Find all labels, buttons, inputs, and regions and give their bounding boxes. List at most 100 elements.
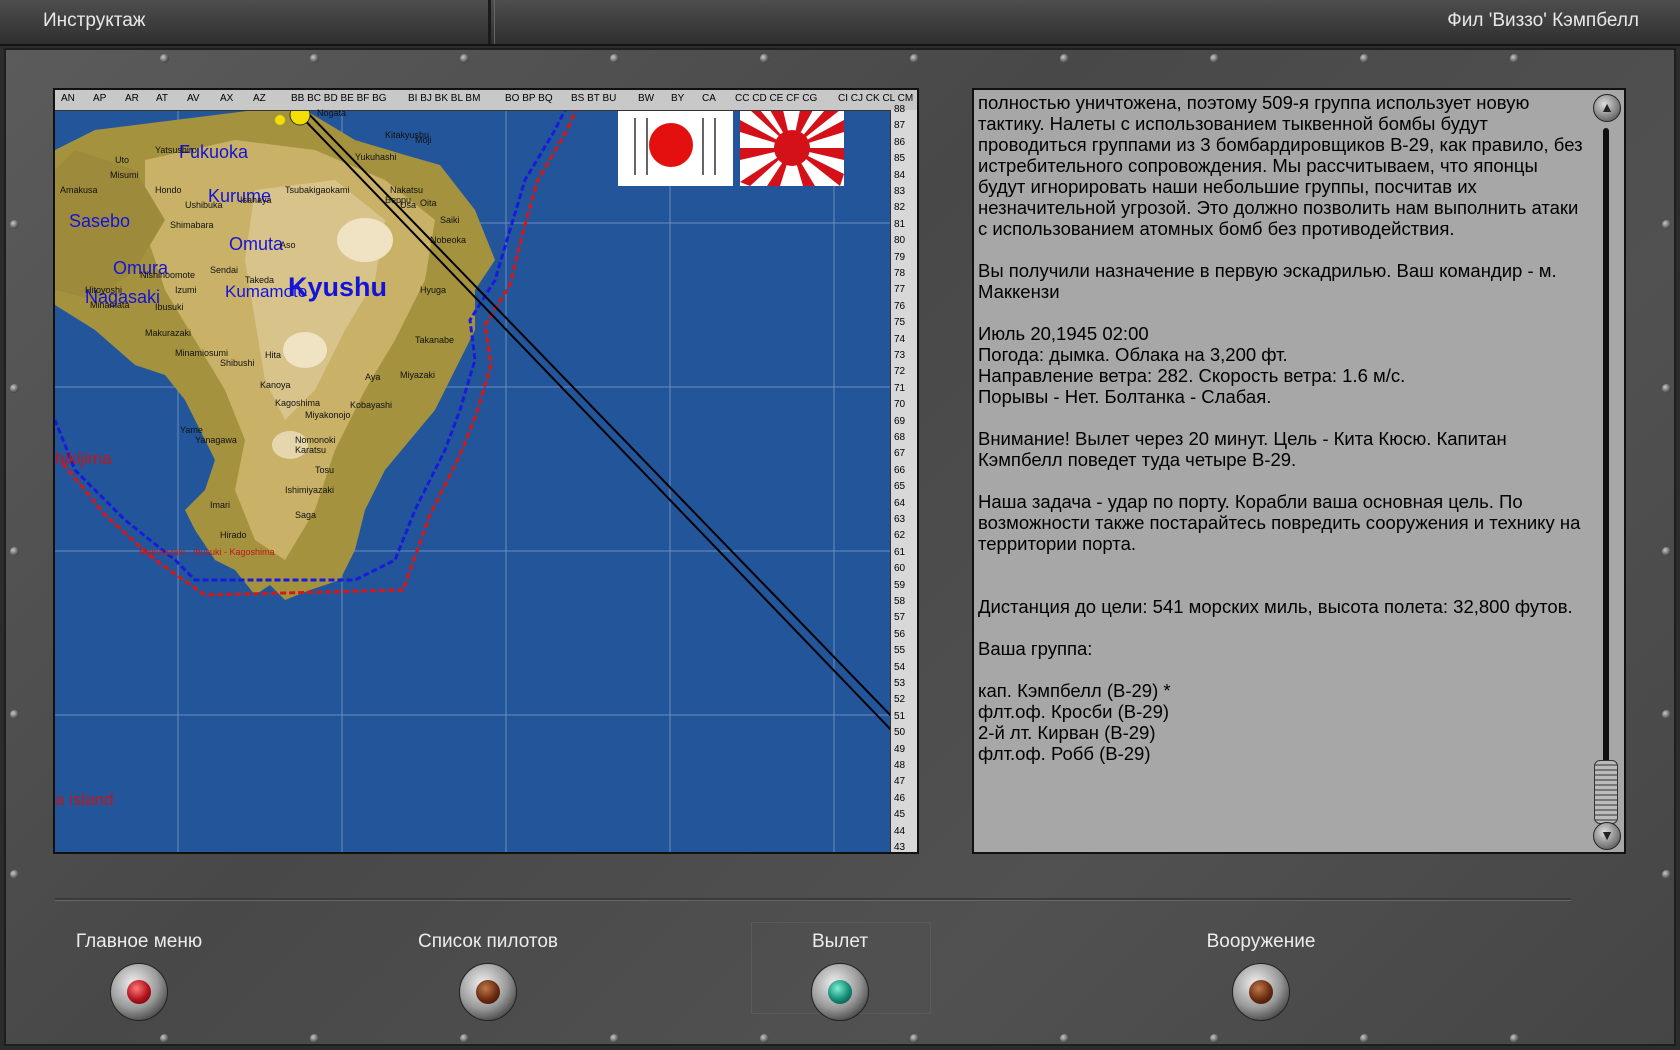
place-label: Hondo	[155, 185, 182, 195]
rivet	[610, 1034, 619, 1043]
row-label: 53	[894, 678, 906, 689]
col-label: AP	[93, 93, 107, 104]
rivet	[160, 54, 169, 63]
place-label: Nomonoki	[295, 435, 336, 445]
row-label: 74	[894, 333, 906, 345]
scroll-thumb[interactable]	[1594, 760, 1618, 824]
row-label: 66	[894, 464, 906, 476]
col-label: CI CJ CK CL CM	[838, 93, 914, 104]
row-label: 45	[894, 809, 906, 821]
place-label: Yanagawa	[195, 435, 237, 445]
section-divider	[55, 898, 1571, 901]
rivet	[460, 54, 469, 63]
armament-button[interactable]: Вооружение	[1151, 931, 1371, 1021]
scroll-down-button[interactable]: ▼	[1593, 822, 1621, 850]
row-label: 78	[894, 268, 906, 279]
place-label: Hyuga	[420, 285, 447, 295]
rivet	[1662, 547, 1671, 556]
place-label: Misumi	[110, 170, 139, 180]
place-label: Tosu	[315, 465, 335, 475]
rivet	[1662, 710, 1671, 719]
knob-icon[interactable]	[811, 963, 869, 1021]
place-label: Shibushi	[220, 358, 255, 368]
col-label: AX	[220, 93, 234, 104]
place-label: Aso	[280, 240, 296, 250]
rivet	[1060, 1034, 1069, 1043]
place-label: Tsubakigaokami	[285, 185, 350, 195]
row-label: 85	[894, 153, 906, 165]
knob-icon[interactable]	[459, 963, 517, 1021]
row-label: 88	[894, 104, 906, 115]
map-row-header: 88 87 86 85 84 83 82 81 80 79 78 77 76 75 74 73 72 71 70 69…	[890, 104, 917, 853]
row-label: 59	[894, 579, 906, 591]
row-label: 67	[894, 448, 906, 460]
row-label: 75	[894, 317, 906, 329]
briefing-scrollbar[interactable]: ▲ ▼	[1590, 92, 1622, 850]
col-label: AV	[187, 93, 200, 104]
row-label: 56	[894, 628, 906, 640]
col-label: BW	[638, 93, 655, 104]
route-legend-text: Makurazaki - Ibusuki - Kagoshima	[139, 547, 275, 557]
col-label: BS BT BU	[571, 93, 617, 104]
armament-label: Вооружение	[1206, 931, 1316, 952]
row-label: 63	[894, 514, 906, 525]
row-label: 43	[894, 842, 906, 853]
row-label: 70	[894, 399, 906, 411]
takeoff-label: Вылет	[811, 931, 869, 952]
rivet	[1510, 54, 1519, 63]
place-label: Shimabara	[170, 220, 214, 230]
place-label: Amakusa	[60, 185, 98, 195]
place-label: Saga	[295, 510, 317, 520]
rivet	[1510, 1034, 1519, 1043]
row-label: 68	[894, 432, 906, 443]
col-label: BB BC BD BE BF BG	[291, 93, 387, 104]
place-label: Kagoshima	[275, 398, 321, 408]
green-lamp-icon	[828, 980, 852, 1004]
takeoff-button[interactable]: Вылет	[730, 931, 950, 1021]
city-label: Sasebo	[69, 211, 131, 231]
mission-map[interactable]: AN AP AR AT AV AX AZ BB BC BD BE BF BG B…	[53, 88, 919, 854]
row-label: 51	[894, 710, 906, 722]
knob-icon[interactable]	[1232, 963, 1290, 1021]
row-label: 79	[894, 251, 906, 263]
col-label: AN	[61, 93, 75, 104]
rivet	[1360, 54, 1369, 63]
pilot-list-button[interactable]: Список пилотов	[378, 931, 598, 1021]
row-label: 76	[894, 300, 906, 312]
place-label: Moji	[415, 135, 432, 145]
place-label: Sendai	[210, 265, 239, 275]
place-label: Yame	[180, 425, 203, 435]
knob-icon[interactable]	[110, 963, 168, 1021]
row-label: 80	[894, 235, 906, 247]
place-label: Nobeoka	[430, 235, 467, 245]
row-label: 60	[894, 563, 906, 575]
col-label: BI BJ BK BL BM	[408, 93, 481, 104]
row-label: 65	[894, 481, 906, 493]
row-label: 47	[894, 776, 906, 788]
row-label: 83	[894, 186, 906, 197]
rivet	[760, 54, 769, 63]
scroll-track[interactable]	[1603, 128, 1609, 814]
row-label: 54	[894, 661, 906, 673]
row-label: 77	[894, 284, 906, 296]
rivet	[1662, 220, 1671, 229]
title-left-section: Инструктаж	[0, 0, 491, 44]
place-label: Beppu	[385, 195, 412, 205]
place-label: a island	[55, 790, 114, 809]
main-menu-button[interactable]: Главное меню	[29, 931, 249, 1021]
rivet	[760, 1034, 769, 1043]
place-label: Karatsu	[295, 445, 327, 455]
brown-lamp-icon	[1249, 980, 1273, 1004]
place-label: Izumi	[175, 285, 197, 295]
col-label: CA	[702, 93, 716, 104]
rivet	[310, 54, 319, 63]
scroll-up-button[interactable]: ▲	[1593, 94, 1621, 122]
row-label: 52	[894, 694, 906, 706]
place-label: Kobayashi	[350, 400, 393, 410]
col-label: BO BP BQ	[505, 93, 553, 104]
row-label: 57	[894, 612, 906, 624]
col-label: CC CD CE CF CG	[735, 93, 818, 104]
rivet	[10, 220, 19, 229]
title-right-section: Фил 'Виззо' Кэмпбелл	[494, 0, 1680, 44]
rivet	[460, 1034, 469, 1043]
